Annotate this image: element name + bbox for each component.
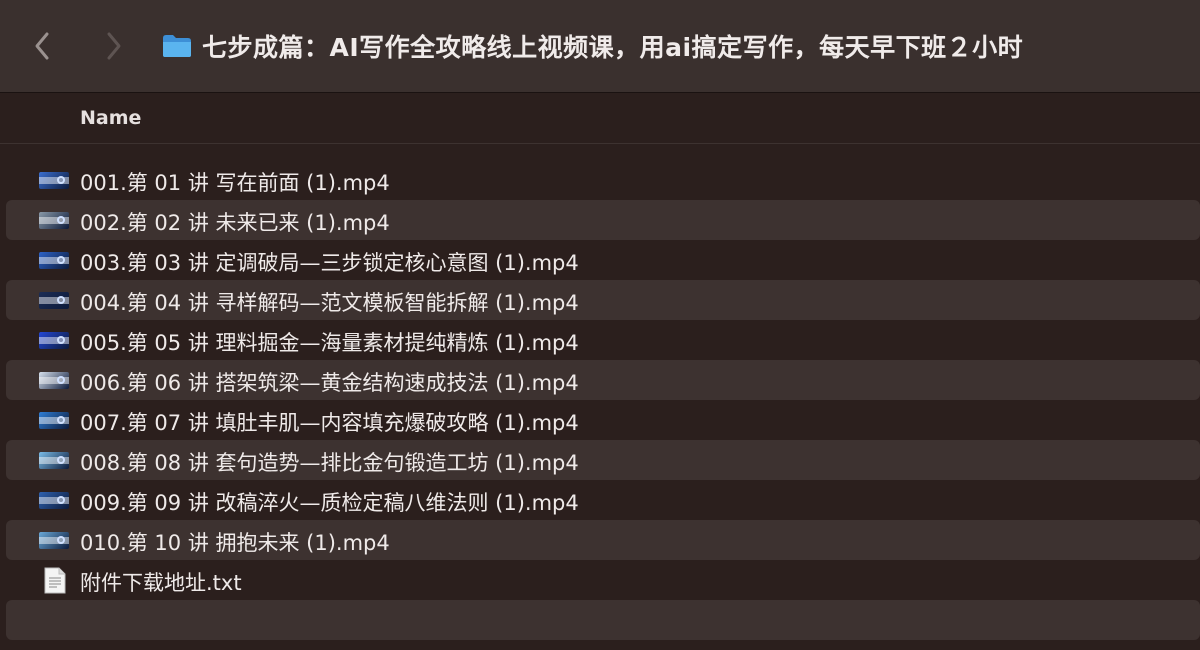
video-thumbnail-icon: [39, 532, 69, 549]
empty-row: [6, 600, 1200, 640]
back-button[interactable]: [28, 26, 56, 66]
finder-window: 七步成篇：AI写作全攻略线上视频课，用ai搞定写作，每天早下班２小时 Name …: [0, 0, 1200, 650]
video-thumbnail-icon: [39, 292, 69, 309]
list-item[interactable]: 009.第 09 讲 改稿淬火—质检定稿八维法则 (1).mp4: [6, 480, 1200, 520]
list-item[interactable]: 008.第 08 讲 套句造势—排比金句锻造工坊 (1).mp4: [6, 440, 1200, 480]
list-item[interactable]: 007.第 07 讲 填肚丰肌—内容填充爆破攻略 (1).mp4: [6, 400, 1200, 440]
video-thumbnail-icon: [39, 332, 69, 349]
list-item[interactable]: 附件下载地址.txt: [6, 560, 1200, 600]
video-thumbnail-icon: [39, 172, 69, 189]
chevron-left-icon: [35, 32, 49, 60]
video-thumbnail-icon: [39, 492, 69, 509]
file-name: 006.第 06 讲 搭架筑梁—黄金结构速成技法 (1).mp4: [80, 371, 579, 395]
video-thumbnail-icon: [39, 452, 69, 469]
file-name: 附件下载地址.txt: [80, 571, 242, 595]
forward-button[interactable]: [100, 26, 128, 66]
column-header-name[interactable]: Name: [80, 107, 141, 129]
video-thumbnail-icon: [39, 372, 69, 389]
file-name: 002.第 02 讲 未来已来 (1).mp4: [80, 211, 390, 235]
toolbar: 七步成篇：AI写作全攻略线上视频课，用ai搞定写作，每天早下班２小时: [0, 0, 1200, 93]
list-item[interactable]: 002.第 02 讲 未来已来 (1).mp4: [6, 200, 1200, 240]
file-name: 009.第 09 讲 改稿淬火—质检定稿八维法则 (1).mp4: [80, 491, 579, 515]
list-item[interactable]: 005.第 05 讲 理料掘金—海量素材提纯精炼 (1).mp4: [6, 320, 1200, 360]
file-name: 007.第 07 讲 填肚丰肌—内容填充爆破攻略 (1).mp4: [80, 411, 579, 435]
list-item[interactable]: 003.第 03 讲 定调破局—三步锁定核心意图 (1).mp4: [6, 240, 1200, 280]
list-item[interactable]: 010.第 10 讲 拥抱未来 (1).mp4: [6, 520, 1200, 560]
video-thumbnail-icon: [39, 412, 69, 429]
window-title: 七步成篇：AI写作全攻略线上视频课，用ai搞定写作，每天早下班２小时: [202, 33, 1024, 62]
file-name: 010.第 10 讲 拥抱未来 (1).mp4: [80, 531, 390, 555]
file-name: 001.第 01 讲 写在前面 (1).mp4: [80, 171, 390, 195]
video-thumbnail-icon: [39, 252, 69, 269]
list-item[interactable]: 004.第 04 讲 寻样解码—范文模板智能拆解 (1).mp4: [6, 280, 1200, 320]
list-item[interactable]: 006.第 06 讲 搭架筑梁—黄金结构速成技法 (1).mp4: [6, 360, 1200, 400]
file-name: 004.第 04 讲 寻样解码—范文模板智能拆解 (1).mp4: [80, 291, 579, 315]
file-name: 005.第 05 讲 理料掘金—海量素材提纯精炼 (1).mp4: [80, 331, 579, 355]
video-thumbnail-icon: [39, 212, 69, 229]
chevron-right-icon: [107, 32, 121, 60]
file-name: 008.第 08 讲 套句造势—排比金句锻造工坊 (1).mp4: [80, 451, 579, 475]
file-list: 001.第 01 讲 写在前面 (1).mp4 002.第 02 讲 未来已来 (…: [0, 160, 1200, 640]
list-item[interactable]: 001.第 01 讲 写在前面 (1).mp4: [6, 160, 1200, 200]
folder-icon: [163, 35, 191, 57]
text-document-icon: [44, 567, 66, 594]
file-name: 003.第 03 讲 定调破局—三步锁定核心意图 (1).mp4: [80, 251, 579, 275]
list-header: Name: [0, 93, 1200, 144]
